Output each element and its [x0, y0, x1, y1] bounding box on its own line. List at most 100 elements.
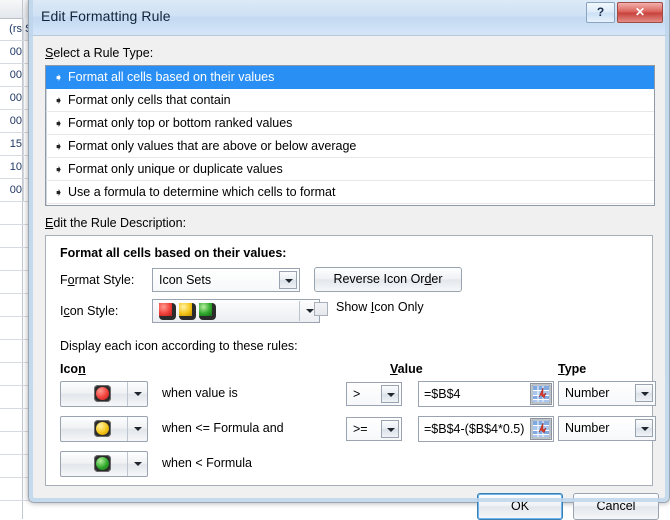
- value-col-post: alue: [398, 362, 423, 376]
- icon-column-header: Icon: [60, 362, 86, 376]
- icon-picker-red[interactable]: [60, 381, 148, 407]
- range-selector-glyph: [531, 384, 551, 404]
- rule-type-item-top-bottom-ranked[interactable]: ➧Format only top or bottom ranked values: [46, 112, 654, 135]
- traffic-light-red-icon: [94, 385, 111, 402]
- show-icon-only-pre: Show: [336, 300, 371, 314]
- cancel-button[interactable]: Cancel: [573, 493, 659, 520]
- chevron-down-icon[interactable]: [127, 382, 147, 406]
- rule-type-label-rest: elect a Rule Type:: [53, 46, 153, 60]
- icon-picker-yellow[interactable]: [60, 416, 148, 442]
- display-rules-label: Display each icon according to these rul…: [60, 339, 298, 353]
- rule-type-item-unique-duplicate[interactable]: ➧Format only unique or duplicate values: [46, 158, 654, 181]
- chevron-down-icon[interactable]: [635, 419, 653, 437]
- range-selector-glyph: [531, 419, 551, 439]
- reverse-icon-order-post: er: [431, 272, 442, 286]
- format-style-dropdown[interactable]: Icon Sets: [152, 268, 300, 292]
- reverse-icon-order-pre: Reverse Icon Or: [333, 272, 424, 286]
- worksheet-cell-value: 00: [0, 41, 22, 63]
- show-icon-only-label: Show Icon Only: [336, 300, 424, 314]
- format-style-label-pre: F: [60, 273, 68, 287]
- type-dropdown-row1[interactable]: Number: [558, 381, 656, 406]
- value-input-row2[interactable]: =$B$4-($B$4*0.5): [418, 416, 554, 442]
- reverse-icon-order-button[interactable]: Reverse Icon Order: [314, 267, 462, 292]
- chevron-down-icon[interactable]: [381, 385, 399, 403]
- type-col-accel: T: [558, 362, 565, 376]
- help-icon[interactable]: ?: [586, 2, 615, 23]
- worksheet-cell-value: 10: [0, 156, 22, 178]
- type-value-row2: Number: [565, 417, 609, 440]
- arrow-icon: ➧: [54, 67, 68, 89]
- rule-type-item-format-all-cells[interactable]: ➧Format all cells based on their values: [46, 66, 654, 89]
- dialog-title: Edit Formatting Rule: [41, 8, 171, 24]
- value-text-row2: =$B$4-($B$4*0.5): [424, 417, 527, 441]
- chevron-down-icon[interactable]: [127, 452, 147, 476]
- icon-style-label: Icon Style:: [60, 304, 118, 318]
- edit-rule-description-label: Edit the Rule Description:: [45, 216, 186, 230]
- format-style-label-post: rmat Style:: [75, 273, 135, 287]
- rule-type-item-label: Format all cells based on their values: [68, 70, 274, 84]
- close-icon[interactable]: ✕: [617, 2, 663, 23]
- arrow-icon: ➧: [54, 113, 68, 135]
- chevron-down-icon[interactable]: [635, 384, 653, 402]
- dialog-body: Select a Rule Type: ➧Format all cells ba…: [33, 36, 665, 498]
- chevron-down-icon[interactable]: [381, 420, 399, 438]
- operator-dropdown-row2[interactable]: >=: [346, 417, 402, 441]
- traffic-light-red-icon: [159, 303, 176, 320]
- traffic-light-green-icon: [94, 455, 111, 472]
- traffic-light-yellow-icon: [179, 303, 196, 320]
- value-input-row1[interactable]: =$B$4: [418, 381, 554, 407]
- traffic-light-green-icon: [199, 303, 216, 320]
- format-style-label: Format Style:: [60, 273, 134, 287]
- traffic-light-yellow-icon: [94, 420, 111, 437]
- icon-col-pre: Ico: [60, 362, 78, 376]
- worksheet-cell-value: 15: [0, 133, 22, 155]
- rule-type-item-above-below-average[interactable]: ➧Format only values that are above or be…: [46, 135, 654, 158]
- rule-condition-text-row2: when <= Formula and: [162, 421, 284, 435]
- rule-type-item-label: Format only unique or duplicate values: [68, 162, 283, 176]
- operator-value-row1: >: [353, 383, 360, 405]
- arrow-icon: ➧: [54, 136, 68, 158]
- worksheet-cell-value: 00: [0, 64, 22, 86]
- rule-type-item-label: Format only top or bottom ranked values: [68, 116, 292, 130]
- worksheet-cell-header-fragment: rs): [0, 18, 22, 40]
- rule-type-item-cells-that-contain[interactable]: ➧Format only cells that contain: [46, 89, 654, 112]
- type-dropdown-row2[interactable]: Number: [558, 416, 656, 441]
- show-icon-only-checkbox[interactable]: [314, 302, 328, 316]
- rule-condition-text-row1: when value is: [162, 386, 238, 400]
- rule-type-item-use-formula[interactable]: ➧Use a formula to determine which cells …: [46, 181, 654, 204]
- dialog-titlebar[interactable]: Edit Formatting Rule ? ✕: [29, 0, 669, 36]
- worksheet-cell-value: 00: [0, 87, 22, 109]
- format-style-label-accel: o: [68, 273, 75, 287]
- range-selector-icon[interactable]: [530, 383, 552, 405]
- ok-button[interactable]: OK: [477, 493, 563, 520]
- type-column-header: Type: [558, 362, 586, 376]
- rule-condition-text-row3: when < Formula: [162, 456, 252, 470]
- select-rule-type-label: Select a Rule Type:: [45, 46, 153, 60]
- worksheet-cell-value: 00: [0, 110, 22, 132]
- arrow-icon: ➧: [54, 159, 68, 181]
- edit-formatting-rule-dialog: Edit Formatting Rule ? ✕ Select a Rule T…: [28, 0, 670, 503]
- operator-dropdown-row1[interactable]: >: [346, 382, 402, 406]
- chevron-down-icon[interactable]: [127, 417, 147, 441]
- value-col-accel: V: [390, 362, 398, 376]
- type-col-post: ype: [565, 362, 587, 376]
- rule-desc-label-rest: dit the Rule Description:: [53, 216, 186, 230]
- rule-type-item-label: Format only cells that contain: [68, 93, 231, 107]
- icon-picker-green[interactable]: [60, 451, 148, 477]
- rule-type-item-label: Format only values that are above or bel…: [68, 139, 356, 153]
- icon-style-dropdown[interactable]: [152, 299, 320, 323]
- chevron-down-icon[interactable]: [279, 271, 297, 289]
- rule-description-heading: Format all cells based on their values:: [60, 246, 286, 260]
- titlebar-buttons: ? ✕: [586, 2, 663, 23]
- icon-col-accel: n: [78, 362, 86, 376]
- type-value-row1: Number: [565, 382, 609, 405]
- arrow-icon: ➧: [54, 90, 68, 112]
- rule-type-listbox[interactable]: ➧Format all cells based on their values …: [45, 65, 655, 206]
- show-icon-only-post: con Only: [374, 300, 423, 314]
- range-selector-icon[interactable]: [530, 418, 552, 440]
- value-column-header: Value: [390, 362, 423, 376]
- value-text-row1: =$B$4: [424, 382, 527, 406]
- rule-type-item-label: Use a formula to determine which cells t…: [68, 185, 335, 199]
- arrow-icon: ➧: [54, 182, 68, 204]
- rule-description-panel: Format all cells based on their values: …: [45, 235, 653, 486]
